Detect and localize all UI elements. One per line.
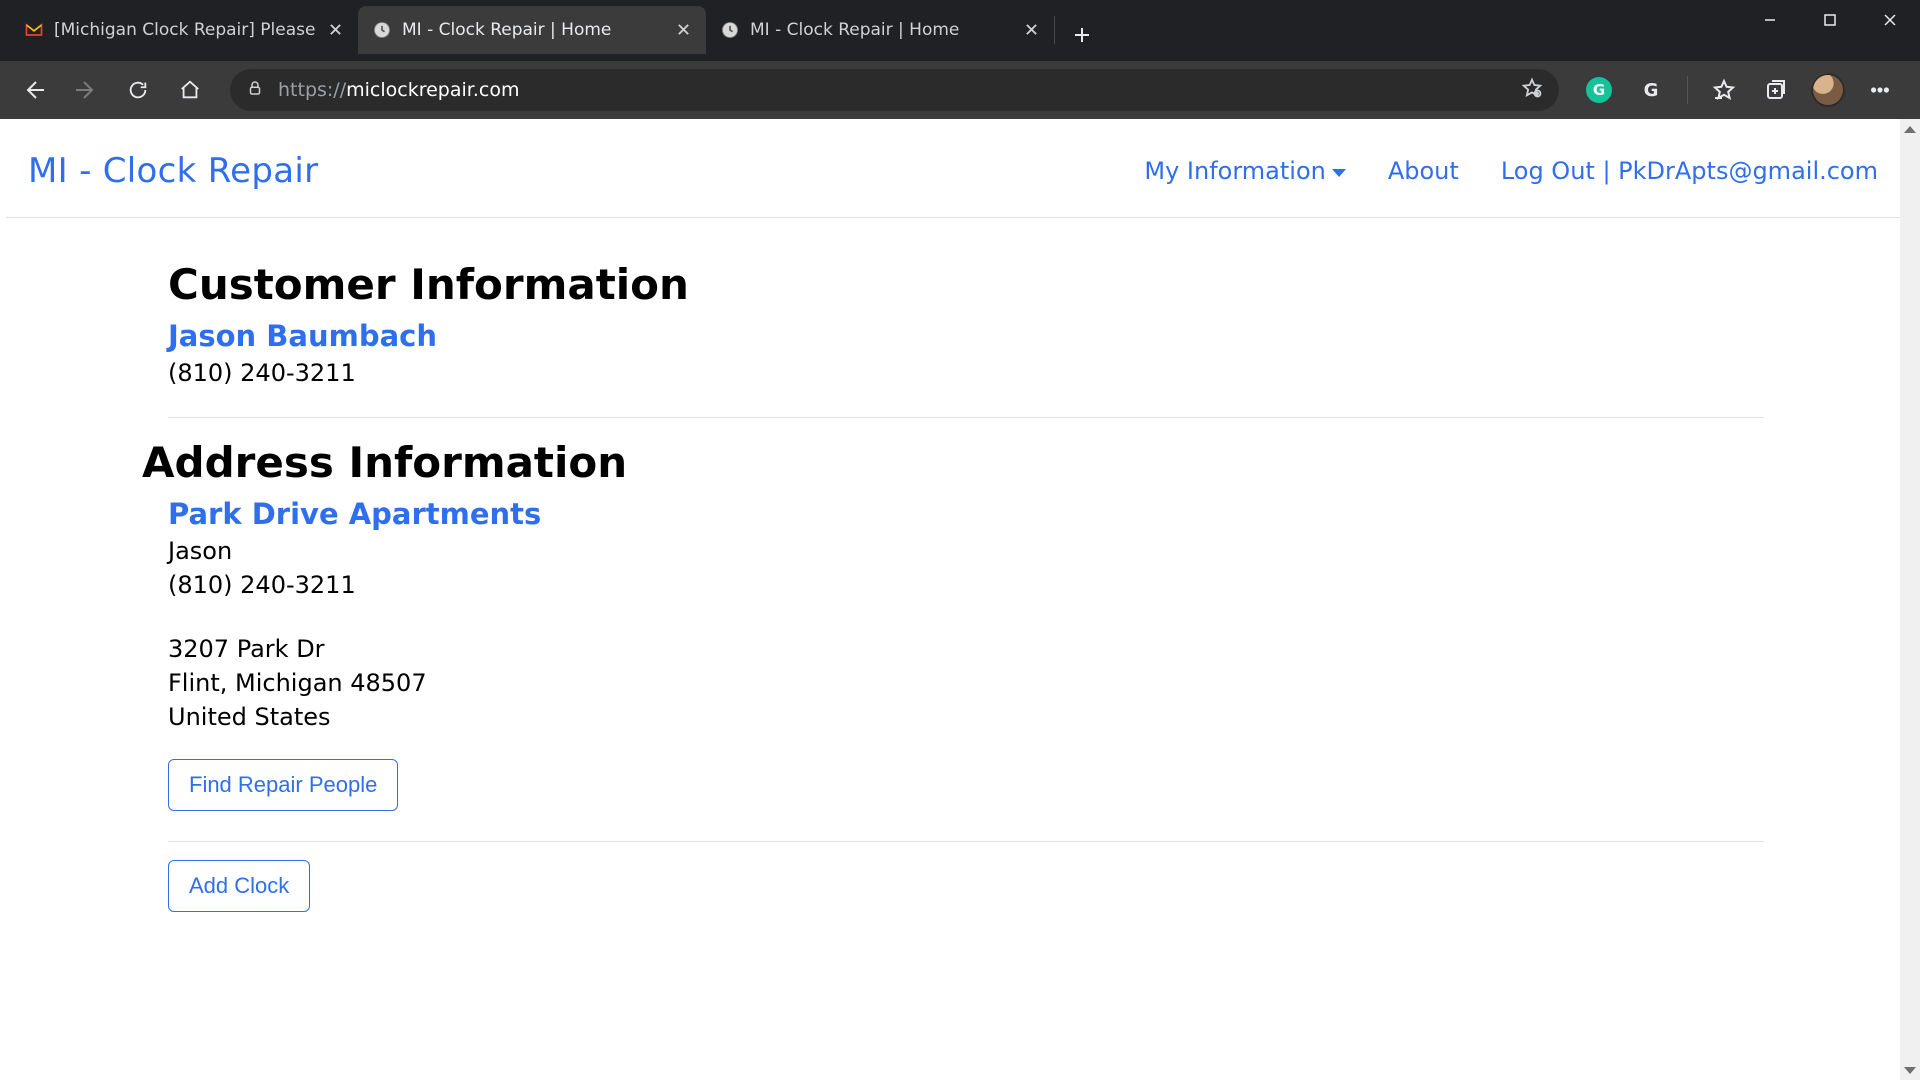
address-phone: (810) 240-3211 <box>168 571 1764 599</box>
browser-tab-active[interactable]: MI - Clock Repair | Home <box>358 6 706 54</box>
nav-links: My Information About Log Out | PkDrApts@… <box>1144 157 1878 185</box>
browser-tab-gmail[interactable]: [Michigan Clock Repair] Please C <box>10 6 358 54</box>
customer-heading: Customer Information <box>168 260 1764 309</box>
address-bar[interactable]: https://miclockrepair.com <box>230 69 1559 111</box>
close-icon[interactable] <box>326 21 344 39</box>
clock-icon <box>720 20 740 40</box>
customer-name-link[interactable]: Jason Baumbach <box>168 319 1764 353</box>
browser-tab-duplicate[interactable]: MI - Clock Repair | Home <box>706 6 1054 54</box>
browser-tabs: [Michigan Clock Repair] Please C MI - Cl… <box>0 0 1103 48</box>
collections-button[interactable] <box>1752 66 1800 114</box>
separator <box>1687 76 1688 104</box>
tab-title: MI - Clock Repair | Home <box>402 20 664 40</box>
page-viewport: MI - Clock Repair My Information About L… <box>0 119 1920 1080</box>
close-window-button[interactable] <box>1860 0 1920 40</box>
profile-avatar[interactable] <box>1804 66 1852 114</box>
favorite-icon[interactable] <box>1521 77 1543 104</box>
find-repair-people-button[interactable]: Find Repair People <box>168 759 398 811</box>
separator <box>168 841 1764 842</box>
extension-g-icon[interactable]: G <box>1627 66 1675 114</box>
close-icon[interactable] <box>1022 21 1040 39</box>
address-country: United States <box>168 703 1764 731</box>
browser-titlebar: [Michigan Clock Repair] Please C MI - Cl… <box>0 0 1920 61</box>
tab-separator <box>1054 16 1055 44</box>
home-button[interactable] <box>166 66 214 114</box>
blank-line <box>168 605 1764 629</box>
gmail-icon <box>24 20 44 40</box>
window-controls <box>1740 0 1920 40</box>
tab-title: [Michigan Clock Repair] Please C <box>54 20 316 40</box>
address-place-link[interactable]: Park Drive Apartments <box>168 497 1764 531</box>
favorites-button[interactable] <box>1700 66 1748 114</box>
address-contact-name: Jason <box>168 537 1764 565</box>
clock-icon <box>372 20 392 40</box>
chevron-down-icon <box>1332 169 1346 177</box>
extension-grammarly-icon[interactable]: G <box>1575 66 1623 114</box>
browser-toolbar: https://miclockrepair.com G G <box>0 61 1920 119</box>
url-text: https://miclockrepair.com <box>278 79 519 101</box>
site-header: MI - Clock Repair My Information About L… <box>6 119 1900 218</box>
brand-link[interactable]: MI - Clock Repair <box>28 151 318 191</box>
nav-about[interactable]: About <box>1388 157 1459 185</box>
scroll-up-icon[interactable] <box>1900 119 1920 139</box>
toolbar-right-icons: G G <box>1575 66 1910 114</box>
address-heading: Address Information <box>142 438 1764 487</box>
customer-phone: (810) 240-3211 <box>168 359 1764 387</box>
scrollbar-track[interactable] <box>1900 139 1920 1060</box>
maximize-button[interactable] <box>1800 0 1860 40</box>
address-city-state-zip: Flint, Michigan 48507 <box>168 669 1764 697</box>
more-menu-button[interactable] <box>1856 66 1904 114</box>
minimize-button[interactable] <box>1740 0 1800 40</box>
add-clock-button[interactable]: Add Clock <box>168 860 310 912</box>
back-button[interactable] <box>10 66 58 114</box>
scrollbar-vertical[interactable] <box>1900 119 1920 1080</box>
refresh-button[interactable] <box>114 66 162 114</box>
new-tab-button[interactable] <box>1061 14 1103 56</box>
nav-logout[interactable]: Log Out | PkDrApts@gmail.com <box>1501 157 1878 185</box>
tab-title: MI - Clock Repair | Home <box>750 20 1012 40</box>
separator <box>168 417 1764 418</box>
scroll-down-icon[interactable] <box>1900 1060 1920 1080</box>
address-street: 3207 Park Dr <box>168 635 1764 663</box>
lock-icon <box>246 79 264 102</box>
forward-button[interactable] <box>62 66 110 114</box>
page-content: Customer Information Jason Baumbach (810… <box>6 218 1900 912</box>
close-icon[interactable] <box>674 21 692 39</box>
nav-my-information[interactable]: My Information <box>1144 157 1345 185</box>
